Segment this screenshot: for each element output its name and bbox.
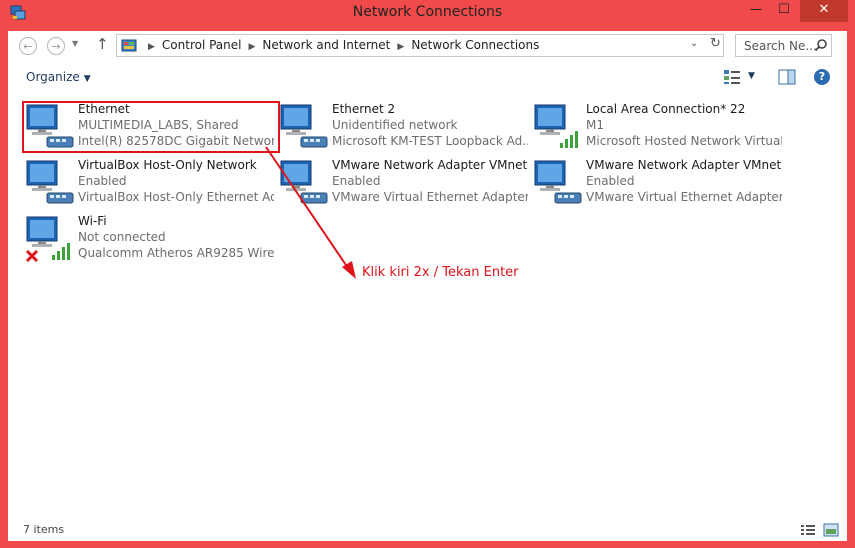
- item-count: 7 items: [23, 523, 65, 536]
- window-content: ← → ▼ ↑ ▶ Control Panel ▶ Network and Inter…: [8, 31, 847, 541]
- title-bar: Network Connections — ☐ ✕: [0, 0, 855, 26]
- close-button[interactable]: ✕: [800, 0, 848, 22]
- status-bar: 7 items: [8, 519, 847, 541]
- annotation-arrow: [265, 146, 356, 279]
- window-title: Network Connections: [352, 4, 503, 20]
- details-view-icon[interactable]: [800, 523, 816, 537]
- annotation-text: Klik kiri 2x / Tekan Enter: [362, 265, 519, 280]
- maximize-button[interactable]: ☐: [770, 0, 798, 22]
- large-icons-view-icon[interactable]: [823, 523, 839, 537]
- minimize-button[interactable]: —: [742, 0, 770, 22]
